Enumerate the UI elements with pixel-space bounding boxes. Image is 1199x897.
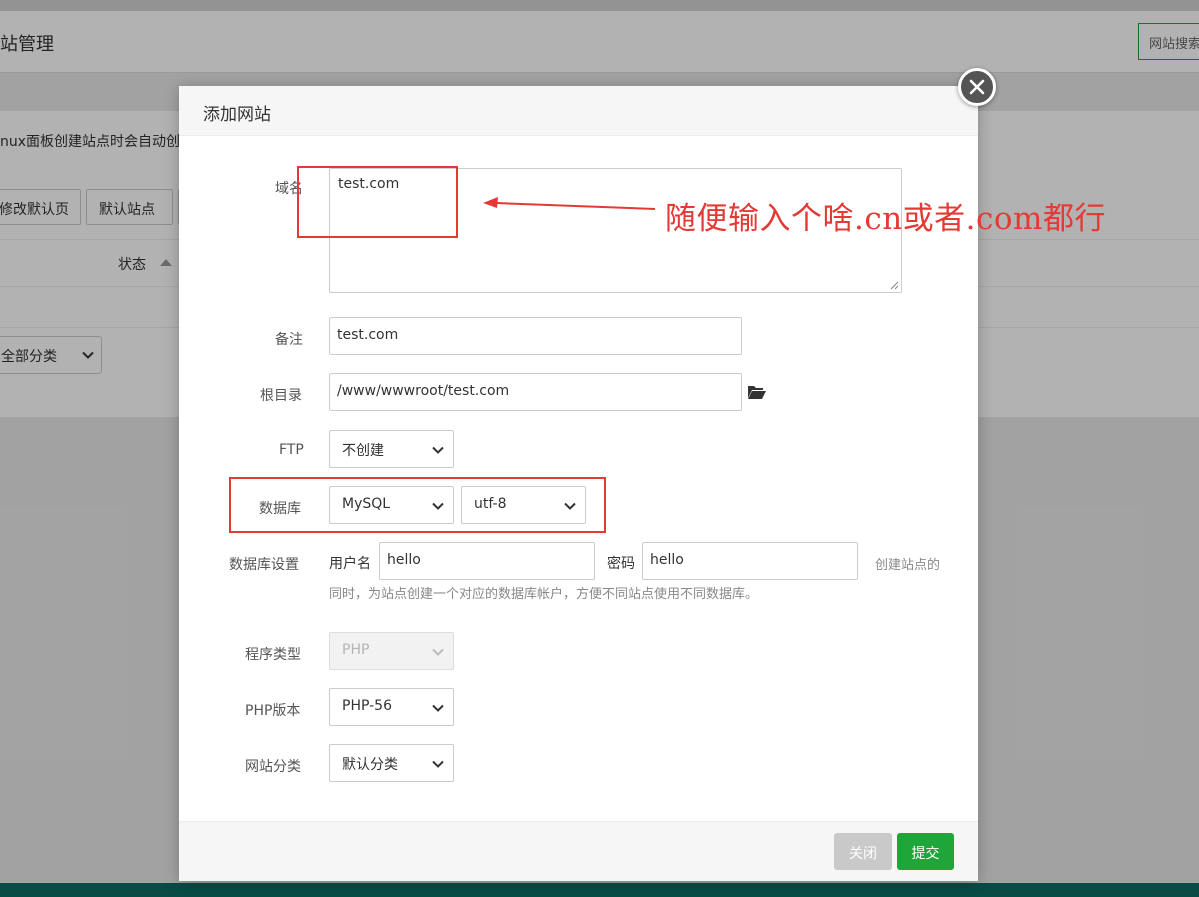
dialog-header: 添加网站	[179, 86, 978, 136]
db-hint-text-line2: 同时，为站点创建一个对应的数据库帐户，方便不同站点使用不同数据库。	[329, 587, 759, 602]
chevron-down-icon	[432, 704, 444, 712]
php-version-select[interactable]: PHP-56	[329, 688, 454, 726]
remark-input[interactable]: test.com	[329, 317, 742, 355]
chevron-down-icon	[432, 648, 444, 656]
db-password-label: 密码	[607, 556, 635, 572]
db-user-label: 用户名	[329, 556, 371, 572]
program-type-value: PHP	[342, 642, 370, 658]
program-type-label: 程序类型	[245, 647, 301, 663]
chevron-down-icon	[432, 760, 444, 768]
ftp-select[interactable]: 不创建	[329, 430, 454, 468]
annotation-box-domain	[297, 166, 458, 238]
root-dir-label: 根目录	[260, 388, 302, 404]
db-username-input[interactable]: hello	[379, 542, 595, 580]
program-type-select: PHP	[329, 632, 454, 670]
annotation-text: 随便输入个啥.cn或者.com都行	[665, 201, 1106, 237]
dialog-title: 添加网站	[203, 105, 271, 125]
remark-label: 备注	[275, 332, 303, 348]
php-version-label: PHP版本	[245, 703, 301, 719]
annotation-box-database	[229, 477, 606, 533]
ftp-label: FTP	[279, 442, 304, 458]
resize-handle-icon[interactable]	[889, 280, 899, 290]
annotation-arrow-icon	[483, 197, 656, 210]
ftp-value: 不创建	[342, 443, 384, 459]
dialog-footer: 关闭 提交	[179, 821, 978, 881]
db-hint-text: 创建站点的	[875, 558, 941, 573]
folder-open-icon[interactable]	[747, 384, 767, 400]
submit-button[interactable]: 提交	[897, 833, 954, 870]
close-icon	[969, 79, 985, 95]
db-password-input[interactable]: hello	[642, 542, 858, 580]
site-category-value: 默认分类	[342, 757, 398, 773]
close-button[interactable]: 关闭	[834, 833, 892, 870]
chevron-down-icon	[432, 446, 444, 454]
site-category-label: 网站分类	[245, 759, 301, 775]
php-version-value: PHP-56	[342, 698, 392, 714]
site-category-select[interactable]: 默认分类	[329, 744, 454, 782]
db-settings-label: 数据库设置	[229, 557, 299, 573]
root-dir-input[interactable]: /www/wwwroot/test.com	[329, 373, 742, 411]
dialog-close-button[interactable]	[958, 68, 996, 106]
